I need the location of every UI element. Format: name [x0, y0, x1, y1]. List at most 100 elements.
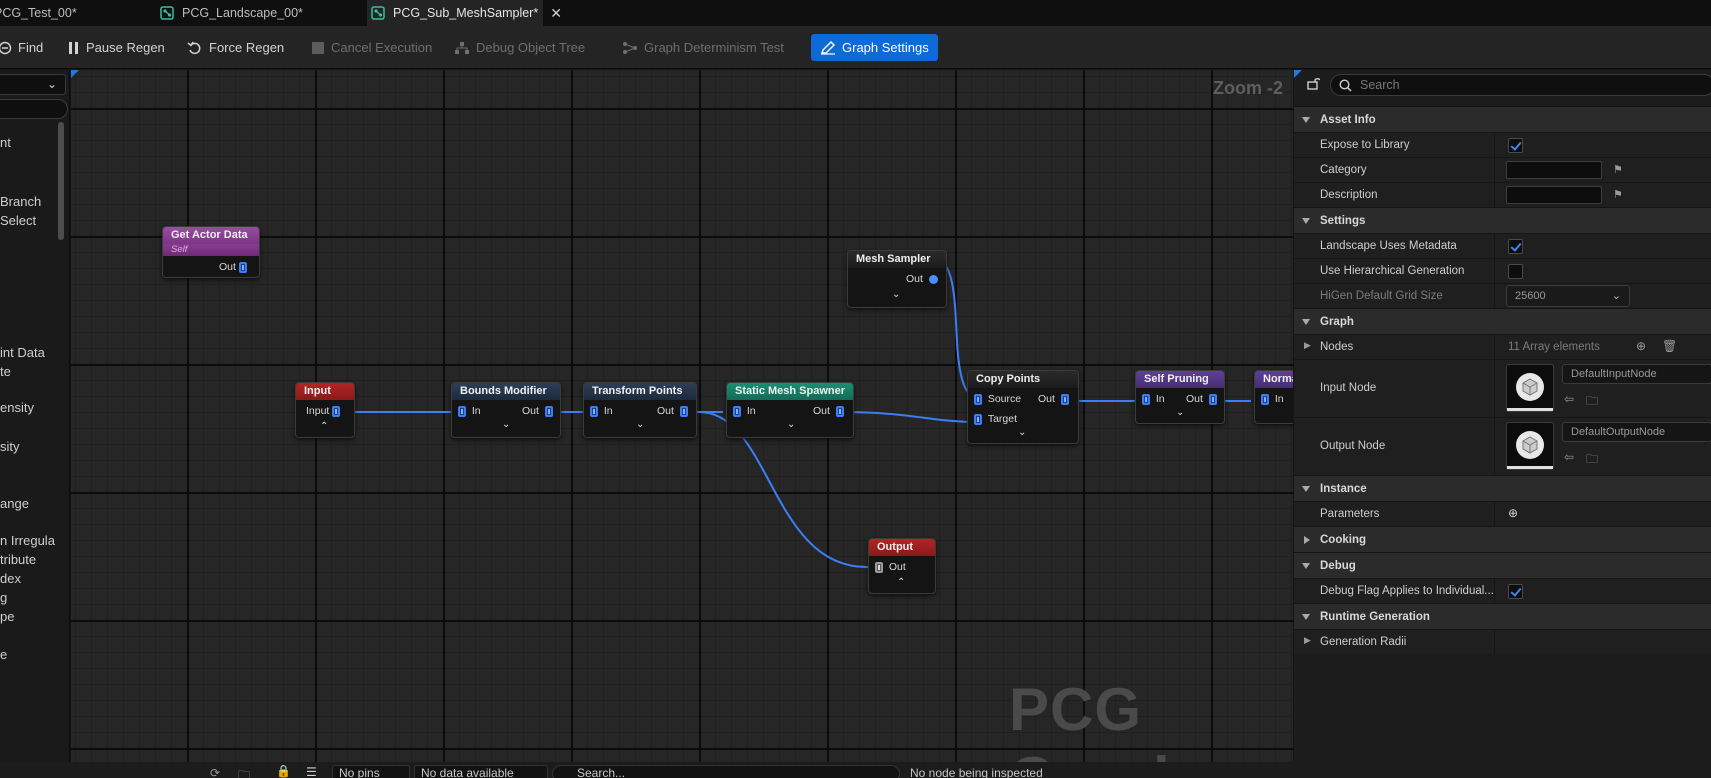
folder-icon[interactable]: 🗀 — [238, 766, 250, 778]
localization-flag-icon[interactable]: ⚑ — [1613, 163, 1623, 176]
node-mesh-sampler[interactable]: Mesh Sampler Out ⌄ — [847, 250, 947, 308]
expand-pins-icon[interactable]: ⌄ — [502, 419, 510, 430]
pin-out[interactable]: Out — [1038, 393, 1069, 405]
description-text-field[interactable] — [1506, 186, 1602, 204]
expand-pins-icon[interactable]: ⌄ — [892, 289, 900, 300]
graph-canvas[interactable]: Zoom -2 Get Actor Data Self Out Input In… — [71, 70, 1293, 762]
close-tab-icon[interactable]: ✕ — [550, 5, 562, 22]
unlock-icon[interactable] — [1306, 76, 1321, 93]
browse-asset-icon[interactable]: 🗀 — [1586, 392, 1598, 413]
category-graph[interactable]: Graph — [1294, 308, 1711, 334]
inspector-search-input[interactable]: Search... — [552, 765, 900, 778]
palette-item[interactable]: e — [0, 647, 7, 662]
output-node-thumbnail[interactable] — [1506, 422, 1554, 470]
debug-object-tree-button[interactable]: Debug Object Tree — [454, 34, 585, 61]
pin-out[interactable]: Out — [906, 273, 938, 285]
pin-out[interactable]: Out — [219, 261, 247, 273]
cancel-execution-button[interactable]: Cancel Execution — [311, 34, 432, 61]
category-cooking[interactable]: Cooking — [1294, 526, 1711, 552]
node-get-actor-data[interactable]: Get Actor Data Self Out — [162, 226, 260, 278]
higen-grid-size-dropdown[interactable]: 25600 ⌄ — [1506, 285, 1630, 307]
palette-item[interactable]: te — [0, 364, 11, 379]
expand-pins-icon[interactable]: ⌄ — [636, 419, 644, 430]
category-instance[interactable]: Instance — [1294, 475, 1711, 501]
graph-settings-button[interactable]: Graph Settings — [811, 34, 938, 61]
category-settings[interactable]: Settings — [1294, 207, 1711, 233]
graph-determinism-test-button[interactable]: Graph Determinism Test — [622, 34, 784, 61]
pin-in[interactable]: In — [590, 405, 613, 417]
category-asset-info[interactable]: Asset Info — [1294, 106, 1711, 132]
tab-pcg-sub-meshsampler[interactable]: PCG_Sub_MeshSampler* ✕ — [367, 0, 562, 26]
expose-to-library-checkbox[interactable] — [1508, 138, 1523, 153]
pin-out[interactable]: Out — [813, 405, 844, 417]
tab-pcg-landscape[interactable]: PCG_Landscape_00* — [156, 0, 364, 26]
collapsed-arrow-icon[interactable]: ▶ — [1304, 340, 1311, 351]
wire-spawner-to-copy-target[interactable] — [840, 411, 980, 423]
palette-item[interactable]: tribute — [0, 552, 36, 567]
pin-out[interactable]: Out — [1186, 393, 1217, 405]
node-normal-cropped[interactable]: Norma In — [1254, 370, 1293, 424]
node-output[interactable]: Output Out ⌃ — [868, 538, 936, 594]
palette-item[interactable]: ensity — [0, 400, 34, 415]
palette-scrollbar[interactable] — [58, 122, 64, 240]
input-node-asset-field[interactable]: DefaultInputNode — [1562, 364, 1711, 384]
expand-pins-icon[interactable]: ⌄ — [787, 419, 795, 430]
category-debug[interactable]: Debug — [1294, 552, 1711, 578]
palette-item[interactable]: int Data — [0, 345, 45, 360]
palette-item[interactable]: pe — [0, 609, 14, 624]
node-static-mesh-spawner[interactable]: Static Mesh Spawner In Out ⌄ — [726, 382, 854, 438]
node-copy-points[interactable]: Copy Points Source Out Target ⌄ — [967, 370, 1079, 444]
landscape-uses-metadata-checkbox[interactable] — [1508, 239, 1523, 254]
expand-pins-icon[interactable]: ⌄ — [1018, 427, 1026, 438]
pin-in[interactable]: In — [1261, 393, 1284, 405]
use-selected-icon[interactable]: ⇦ — [1564, 450, 1574, 464]
node-transform-points[interactable]: Transform Points In Out ⌄ — [583, 382, 697, 438]
category-runtime-generation[interactable]: Runtime Generation — [1294, 603, 1711, 629]
pin-out[interactable]: Out — [657, 405, 688, 417]
add-parameter-icon[interactable]: ⊕ — [1508, 506, 1518, 520]
output-node-asset-field[interactable]: DefaultOutputNode — [1562, 422, 1711, 442]
palette-item[interactable]: ange — [0, 496, 29, 511]
find-button[interactable]: Find — [0, 34, 43, 61]
palette-item[interactable]: Select — [0, 213, 36, 228]
pin-input[interactable]: Input — [306, 405, 341, 417]
palette-filter-dropdown[interactable]: ⌄ — [0, 74, 66, 95]
details-search-input[interactable]: Search — [1330, 74, 1711, 96]
collapsed-arrow-icon[interactable]: ▶ — [1304, 635, 1311, 646]
expand-pins-icon[interactable]: ⌄ — [1176, 407, 1184, 418]
debug-flag-checkbox[interactable] — [1508, 584, 1523, 599]
browse-asset-icon[interactable]: 🗀 — [1586, 450, 1598, 471]
pin-in[interactable]: In — [458, 405, 481, 417]
category-text-field[interactable] — [1506, 161, 1602, 179]
palette-item[interactable]: nt — [0, 135, 11, 150]
pin-in[interactable]: In — [733, 405, 756, 417]
palette-item[interactable]: dex — [0, 571, 21, 586]
use-hierarchical-generation-checkbox[interactable] — [1508, 264, 1523, 279]
collapse-pins-icon[interactable]: ⌃ — [320, 421, 328, 432]
pause-regen-button[interactable]: Pause Regen — [68, 34, 165, 61]
palette-item[interactable]: Branch — [0, 194, 41, 209]
palette-item[interactable]: g — [0, 590, 7, 605]
filter-icon[interactable]: ☰ — [306, 765, 317, 778]
collapse-pins-icon[interactable]: ⌃ — [897, 577, 905, 588]
tab-pcg-test[interactable]: PCG_Test_00* — [0, 0, 150, 26]
palette-item[interactable]: sity — [0, 439, 20, 454]
force-regen-button[interactable]: Force Regen — [187, 34, 284, 61]
palette-item[interactable]: n Irregula — [0, 533, 55, 548]
pin-target[interactable]: Target — [974, 413, 1017, 425]
pin-source[interactable]: Source — [974, 393, 1021, 405]
use-selected-icon[interactable]: ⇦ — [1564, 392, 1574, 406]
palette-search-input[interactable] — [0, 99, 68, 119]
pin-out[interactable]: Out — [522, 405, 553, 417]
pin-in[interactable]: In — [1142, 393, 1165, 405]
node-input[interactable]: Input Input ⌃ — [295, 382, 355, 438]
pins-dropdown[interactable]: No pins — [332, 765, 410, 778]
node-bounds-modifier[interactable]: Bounds Modifier In Out ⌄ — [451, 382, 561, 438]
data-dropdown[interactable]: No data available — [414, 765, 548, 778]
add-element-icon[interactable]: ⊕ — [1636, 339, 1646, 353]
lock-icon[interactable]: 🔒 — [276, 764, 291, 778]
input-node-thumbnail[interactable] — [1506, 364, 1554, 412]
delete-all-elements-icon[interactable]: 🗑 — [1662, 339, 1677, 353]
node-self-pruning[interactable]: Self Pruning In Out ⌄ — [1135, 370, 1225, 424]
localization-flag-icon[interactable]: ⚑ — [1613, 188, 1623, 201]
